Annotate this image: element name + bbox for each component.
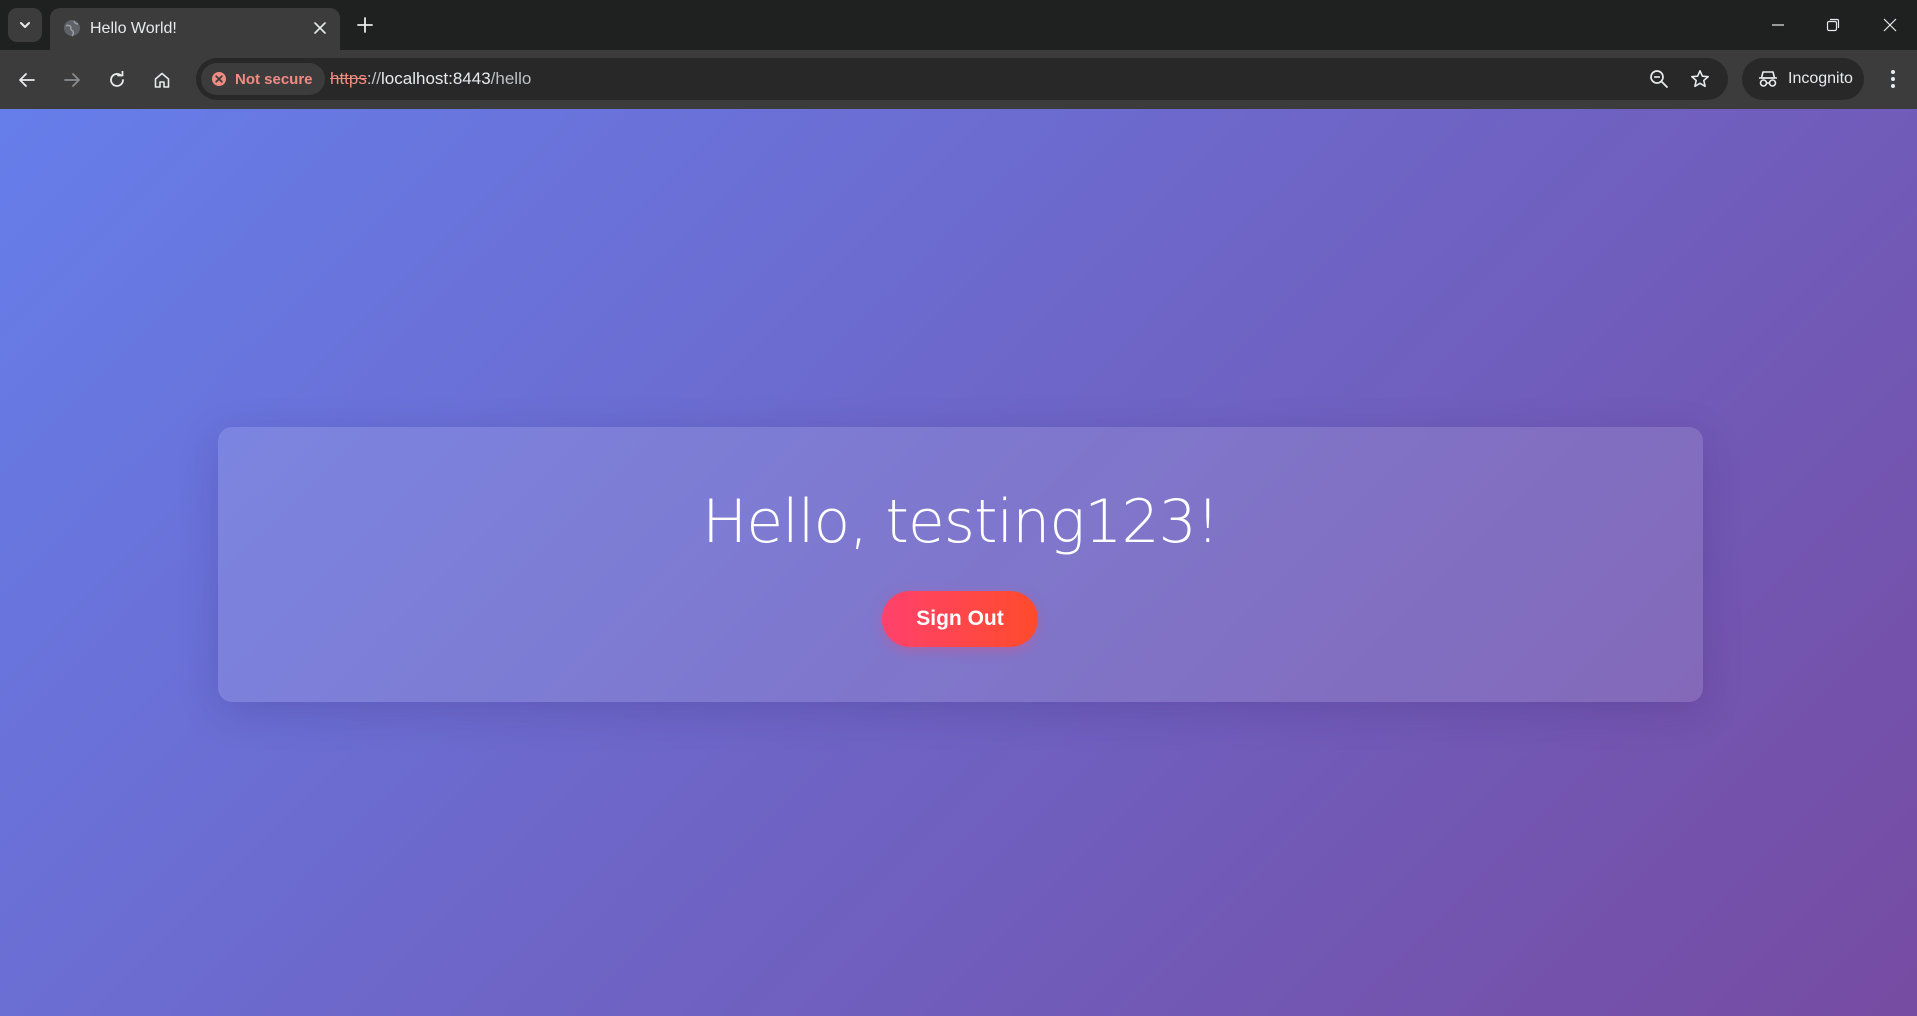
home-button[interactable] [148, 66, 176, 94]
security-chip[interactable]: Not secure [201, 63, 325, 95]
security-chip-label: Not secure [235, 70, 313, 88]
home-icon [154, 72, 170, 88]
url-separator: :// [366, 69, 382, 88]
greeting-heading: Hello, testing123! [702, 487, 1220, 557]
minimize-button[interactable] [1765, 12, 1791, 38]
incognito-icon [1759, 71, 1777, 87]
back-button[interactable] [13, 66, 41, 94]
restore-icon [1826, 18, 1840, 32]
forward-arrow-icon [64, 73, 80, 87]
zoom-out-icon [1650, 70, 1668, 88]
browser-toolbar: Not secure https://localhost:8443/hello [0, 50, 1917, 109]
close-icon [314, 22, 326, 34]
tab-close-button[interactable] [310, 18, 330, 38]
incognito-badge[interactable]: Incognito [1742, 58, 1864, 100]
sign-out-button[interactable]: Sign Out [882, 591, 1038, 647]
window-close-button[interactable] [1877, 12, 1903, 38]
tab-search-button[interactable] [8, 8, 42, 42]
warning-icon [212, 72, 226, 86]
zoom-button[interactable] [1648, 68, 1670, 90]
url-path: /hello [490, 69, 532, 88]
plus-icon [357, 17, 373, 33]
url-text[interactable]: https://localhost:8443/hello [330, 69, 531, 89]
reload-icon [110, 71, 124, 87]
restore-button[interactable] [1820, 12, 1846, 38]
star-icon [1691, 70, 1709, 88]
forward-button[interactable] [58, 66, 86, 94]
tab-search-icon [20, 22, 30, 28]
greeting-card: Hello, testing123! Sign Out [218, 427, 1703, 702]
incognito-label: Incognito [1788, 70, 1853, 87]
url-scheme: https [330, 69, 367, 88]
bookmark-button[interactable] [1689, 68, 1711, 90]
url-host: localhost:8443 [381, 69, 491, 88]
new-tab-button[interactable] [353, 13, 377, 37]
address-bar[interactable]: Not secure https://localhost:8443/hello [196, 58, 1728, 100]
browser-menu-button[interactable] [1880, 66, 1906, 92]
minimize-icon [1772, 24, 1784, 26]
more-vert-icon [1891, 70, 1895, 88]
tab-strip: Hello World! [0, 0, 1917, 50]
browser-tab[interactable]: Hello World! [50, 8, 340, 50]
page-viewport: Hello, testing123! Sign Out [0, 109, 1917, 1016]
window-close-icon [1883, 18, 1897, 32]
reload-button[interactable] [103, 66, 131, 94]
globe-icon [64, 20, 80, 37]
tab-title: Hello World! [90, 20, 177, 37]
back-arrow-icon [19, 73, 35, 87]
